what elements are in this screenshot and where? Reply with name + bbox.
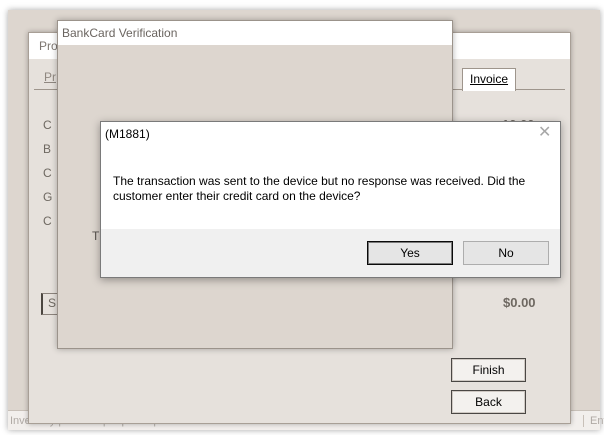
dialog-title: (M1881) xyxy=(105,127,150,141)
total-value: $0.00 xyxy=(503,295,536,310)
finish-button[interactable]: Finish xyxy=(451,358,526,382)
field-label: C xyxy=(43,214,52,228)
bankcard-partial-text: T xyxy=(92,229,100,243)
message-dialog: (M1881) ✕ The transaction was sent to th… xyxy=(100,121,561,278)
dialog-message: The transaction was sent to the device b… xyxy=(113,174,526,203)
field-label: C xyxy=(43,118,52,132)
field-label: B xyxy=(43,142,52,156)
tab-invoice[interactable]: Invoice xyxy=(462,68,517,91)
dialog-button-bar: Yes No xyxy=(101,229,560,277)
tab-pr[interactable]: Pr xyxy=(44,70,56,84)
bankcard-window-title: BankCard Verification xyxy=(58,21,452,45)
field-label: C xyxy=(43,166,52,180)
status-ent[interactable]: Ent xyxy=(583,415,604,427)
tab-invoice-label: Invoice xyxy=(470,72,509,86)
yes-button[interactable]: Yes xyxy=(367,241,453,265)
back-button[interactable]: Back xyxy=(451,390,526,414)
field-label: G xyxy=(43,190,53,204)
no-button[interactable]: No xyxy=(463,241,549,265)
close-icon[interactable]: ✕ xyxy=(538,125,551,141)
